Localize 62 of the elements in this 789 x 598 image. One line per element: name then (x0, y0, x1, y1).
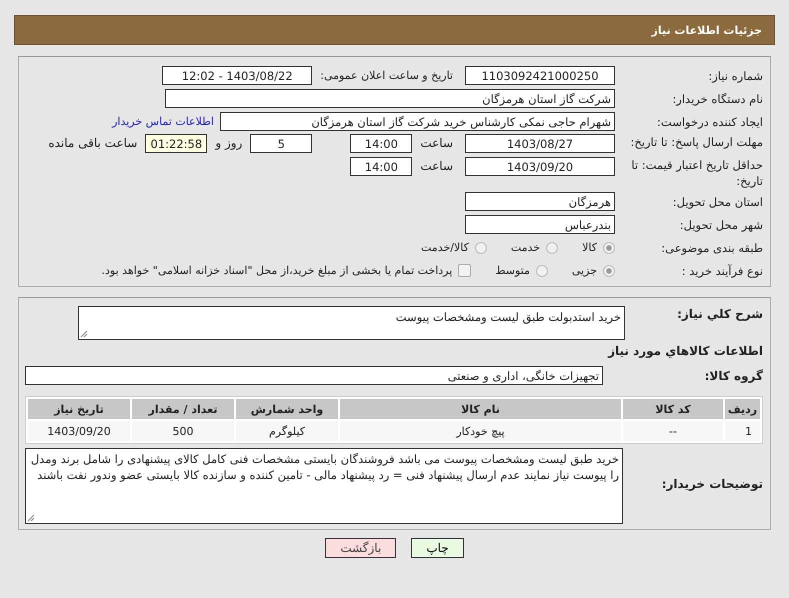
radio-label: کالا/خدمت (421, 241, 469, 254)
resize-grip-icon[interactable] (27, 514, 35, 522)
goods-group-field: تجهیزات خانگی، اداری و صنعتی (25, 366, 603, 385)
column-header: نام کالا (340, 399, 621, 419)
table-cell: 500 (132, 421, 234, 441)
radio-label: خدمت (510, 241, 540, 254)
radio-label: کالا (582, 241, 597, 254)
deadline-time-field: 14:00 (350, 134, 412, 153)
field-label: مهلت ارسال پاسخ: تا تاریخ: (629, 134, 763, 150)
field-label: استان محل تحویل: (672, 194, 763, 210)
deadline-date-field: 1403/08/27 (465, 134, 615, 153)
column-header: واحد شمارش (236, 399, 338, 419)
validity-time-field: 14:00 (350, 157, 412, 176)
column-header: تعداد / مقدار (132, 399, 234, 419)
field-label: حداقل تاریخ اعتبار قیمت: تا تاریخ: (630, 157, 763, 189)
column-header: ردیف (725, 399, 760, 419)
field-label: نام دستگاه خریدار: (671, 90, 763, 106)
radio-button[interactable] (546, 242, 558, 254)
field-label: تاریخ و ساعت اعلان عمومی: (320, 69, 453, 82)
table-cell: 1403/09/20 (28, 421, 130, 441)
column-header: تاریخ نیاز (28, 399, 130, 419)
buyer-org-field: شرکت گاز استان هرمزگان (165, 89, 615, 108)
checkbox-label: پرداخت تمام یا بخشی از مبلغ خرید،از محل "اسناد خزانه اسلامی" خواهد بود. (102, 264, 452, 277)
table-cell: کیلوگرم (236, 421, 338, 441)
print-button[interactable]: چاپ (411, 538, 464, 558)
radio-button[interactable] (474, 242, 487, 254)
buyer-contact-link[interactable]: اطلاعات تماس خریدار (112, 115, 214, 128)
radio-label: جزیی (572, 264, 597, 277)
radio-label: متوسط (495, 264, 530, 277)
back-button[interactable]: بازگشت (325, 538, 396, 558)
field-label: گروه کالا: (704, 368, 763, 384)
radio-button[interactable] (603, 242, 615, 254)
table-cell: پیچ خودکار (340, 421, 621, 441)
description-field: خرید استدبولت طبق لیست ومشخصات پیوست (78, 306, 625, 340)
field-label: شهر محل تحویل: (678, 216, 763, 232)
province-field: هرمزگان (465, 192, 615, 211)
city-field: بندرعباس (465, 215, 615, 234)
table-cell: -- (623, 421, 723, 441)
field-label: طبقه بندی موضوعی: (660, 240, 763, 256)
requester-field: شهرام حاجی نمکی کارشناس خرید شرکت گاز استان هرمزگان (220, 112, 615, 131)
days-label: روز و (215, 136, 242, 150)
radio-button[interactable] (603, 264, 615, 276)
remaining-label: ساعت باقی مانده (48, 136, 138, 150)
field-label: ایجاد کننده درخواست: (656, 114, 763, 130)
validity-date-field: 1403/09/20 (465, 157, 615, 176)
announce-date-field: 1403/08/22 - 12:02 (162, 66, 312, 85)
time-label: ساعت (420, 136, 453, 150)
time-label: ساعت (420, 159, 453, 173)
remaining-time-field: 01:22:58 (145, 134, 208, 153)
column-header: کد کالا (623, 399, 723, 419)
need-number-field: 1103092421000250 (465, 66, 615, 85)
field-label: توضیحات خریدار: (660, 476, 763, 492)
buyer-notes-field: خرید طبق لیست ومشخصات پیوست می باشد فروشندگان بایستی مشخصات فنی کامل کالای پیشنهادی را شامل برند ومدل را پیوست نیاز نمایند عدم ارسال پیشنهاد فنی = رد پیشنهاد مالی - تامین کننده و سازنده کالا بایستی عضو وندور نفت باشند (25, 448, 623, 524)
checkbox[interactable] (458, 264, 472, 277)
page-title: جزئیات اطلاعات نیاز (652, 24, 762, 36)
radio-button[interactable] (536, 264, 548, 276)
resize-grip-icon[interactable] (80, 330, 88, 338)
days-field: 5 (250, 134, 312, 153)
field-label: نوع فرآیند خرید : (680, 262, 763, 278)
table-cell: 1 (725, 421, 760, 441)
field-label: شماره نیاز: (707, 68, 763, 84)
section-title: اطلاعات کالاهاي مورد نياز (608, 344, 763, 358)
